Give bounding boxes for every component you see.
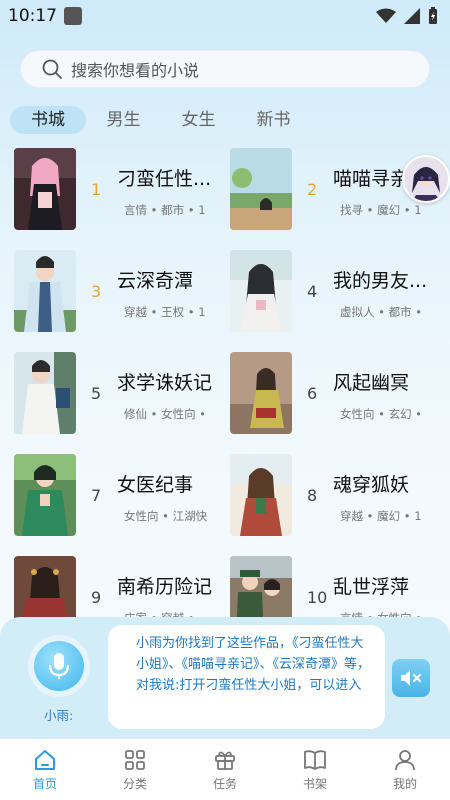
voice-assistant-panel: 小雨: 小雨为你找到了这些作品，《刁蛮任性大小姐》、《喵喵寻亲记》、《云深奇潭》… — [0, 617, 450, 739]
book-item[interactable]: 4 我的男友... 虚拟人 • 都市 • — [230, 242, 445, 334]
assistant-name: 小雨: — [44, 708, 74, 723]
assistant-message: 小雨为你找到了这些作品，《刁蛮任性大小姐》、《喵喵寻亲记》、《云深奇潭》等，对我… — [136, 636, 371, 693]
book-tags: 穿越 • 王权 • 1 — [124, 305, 206, 319]
search-icon — [42, 59, 62, 79]
nav-profile[interactable]: 我的 — [375, 748, 435, 792]
speaker-mute-icon — [401, 670, 421, 686]
book-item[interactable]: 6 风起幽冥 女性向 • 玄幻 • — [230, 344, 445, 436]
nav-bookshelf-label: 书架 — [302, 776, 327, 791]
book-tags: 虚拟人 • 都市 • — [340, 305, 423, 319]
tab-new-books[interactable]: 新书 — [236, 106, 311, 134]
book-tags: 找寻 • 魔幻 • 1 — [340, 203, 422, 217]
search-input[interactable]: 搜索你想看的小说 — [20, 50, 430, 88]
category-tabs: 书城 男生 女生 新书 — [10, 106, 311, 134]
book-cover — [230, 454, 292, 536]
notification-icon — [64, 7, 82, 25]
book-rank: 6 — [307, 384, 318, 403]
book-title: 魂穿狐妖 — [333, 474, 410, 496]
mute-button[interactable] — [392, 659, 430, 697]
floating-avatar[interactable] — [402, 155, 450, 203]
tab-bookstore[interactable]: 书城 — [10, 106, 86, 134]
book-cover — [230, 250, 292, 332]
book-rank: 5 — [91, 384, 102, 403]
book-cover — [230, 148, 292, 230]
nav-category[interactable]: 分类 — [105, 748, 165, 792]
book-rank: 4 — [307, 282, 318, 301]
nav-profile-label: 我的 — [392, 776, 417, 791]
book-rank: 2 — [307, 180, 318, 199]
book-item[interactable]: 3 云深奇潭 穿越 • 王权 • 1 — [14, 242, 229, 334]
nav-category-label: 分类 — [122, 776, 147, 791]
status-bar: 10:17 — [0, 0, 450, 32]
microphone-icon — [48, 653, 70, 679]
book-item[interactable]: 7 女医纪事 女性向 • 江湖快 — [14, 446, 229, 538]
nav-bookshelf[interactable]: 书架 — [285, 748, 345, 792]
nav-home-label: 首页 — [32, 776, 57, 791]
book-tags: 言情 • 都市 • 1 — [124, 203, 206, 217]
battery-icon — [429, 7, 437, 24]
book-item[interactable]: 8 魂穿狐妖 穿越 • 魔幻 • 1 — [230, 446, 445, 538]
book-tags: 女性向 • 玄幻 • — [340, 407, 423, 421]
user-icon — [395, 749, 415, 770]
book-item[interactable]: 1 刁蛮任性... 言情 • 都市 • 1 — [14, 140, 229, 232]
book-rank: 7 — [91, 486, 102, 505]
tab-male[interactable]: 男生 — [86, 106, 161, 134]
book-rank: 3 — [91, 282, 102, 301]
signal-icon — [404, 8, 420, 24]
book-title: 求学诛妖记 — [117, 372, 213, 394]
home-icon — [35, 749, 55, 770]
book-title: 乱世浮萍 — [333, 576, 410, 598]
book-title: 女医纪事 — [117, 474, 194, 496]
book-tags: 穿越 • 魔幻 • 1 — [340, 509, 422, 523]
nav-tasks-label: 任务 — [212, 776, 237, 791]
book-title: 云深奇潭 — [117, 270, 194, 292]
nav-tasks[interactable]: 任务 — [195, 748, 255, 792]
book-icon — [304, 749, 326, 770]
book-cover — [230, 352, 292, 434]
book-tags: 女性向 • 江湖快 — [124, 509, 208, 523]
search-placeholder: 搜索你想看的小说 — [71, 61, 200, 80]
book-rank: 1 — [91, 180, 102, 199]
book-title: 南希历险记 — [117, 576, 213, 598]
book-title: 刁蛮任性... — [117, 168, 212, 190]
bottom-nav: 首页 分类 任务 书架 我的 — [0, 739, 450, 800]
status-time: 10:17 — [8, 6, 57, 26]
book-cover — [14, 250, 76, 332]
book-cover — [14, 148, 76, 230]
book-rank: 9 — [91, 588, 102, 607]
tab-female[interactable]: 女生 — [161, 106, 236, 134]
gift-icon — [215, 751, 235, 770]
mic-button[interactable] — [34, 641, 84, 691]
grid-icon — [125, 749, 145, 770]
book-tags: 修仙 • 女性向 • — [124, 407, 207, 421]
book-cover — [14, 352, 76, 434]
book-title: 我的男友... — [333, 270, 428, 292]
nav-home[interactable]: 首页 — [15, 748, 75, 792]
book-rank: 10 — [307, 588, 328, 607]
assistant-message-bubble: 小雨为你找到了这些作品，《刁蛮任性大小姐》、《喵喵寻亲记》、《云深奇潭》等，对我… — [108, 625, 385, 729]
book-cover — [14, 454, 76, 536]
wifi-icon — [376, 8, 396, 23]
book-title: 风起幽冥 — [333, 372, 410, 394]
book-item[interactable]: 5 求学诛妖记 修仙 • 女性向 • — [14, 344, 229, 436]
book-rank: 8 — [307, 486, 318, 505]
